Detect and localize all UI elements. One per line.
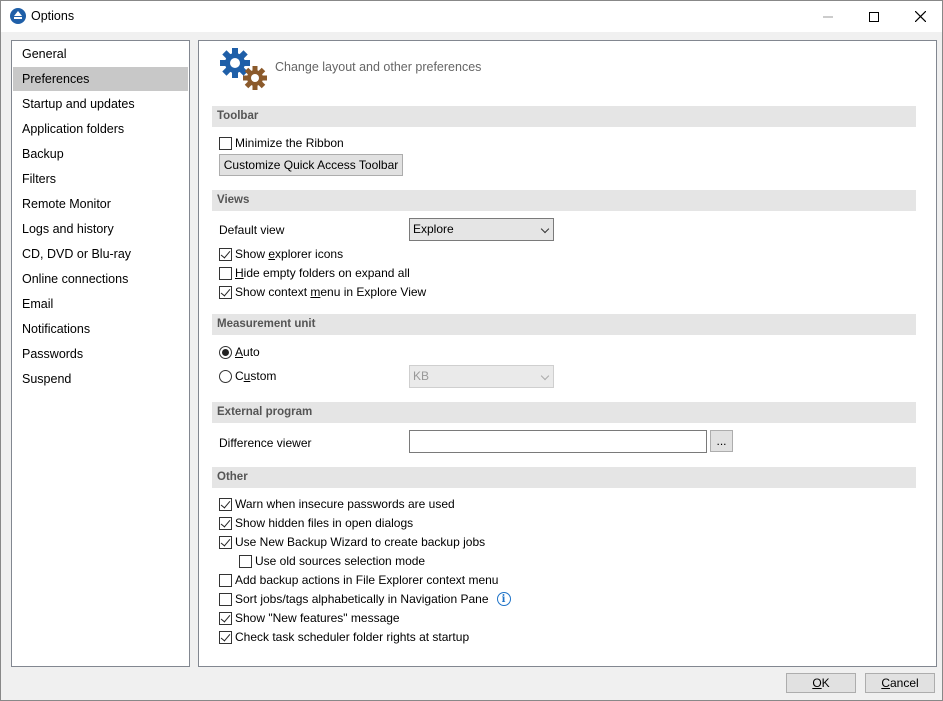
checkbox-label: Minimize the Ribbon <box>235 136 344 150</box>
sort-jobs-tags-checkbox[interactable]: Sort jobs/tags alphabetically in Navigat… <box>219 590 511 608</box>
chevron-down-icon <box>540 224 550 234</box>
checkbox-box[interactable] <box>219 285 232 299</box>
sidebar-item-startup-and-updates[interactable]: Startup and updates <box>13 92 188 116</box>
use-old-sources-selection-checkbox[interactable]: Use old sources selection mode <box>239 552 425 570</box>
sidebar-item-preferences[interactable]: Preferences <box>13 67 188 91</box>
sidebar-item-passwords[interactable]: Passwords <box>13 342 188 366</box>
show-new-features-checkbox[interactable]: Show "New features" message <box>219 609 400 627</box>
preferences-panel: Change layout and other preferences Tool… <box>198 40 937 667</box>
sidebar-item-general[interactable]: General <box>13 42 188 66</box>
checkbox-box[interactable] <box>219 611 232 625</box>
section-toolbar: Toolbar <box>212 106 916 127</box>
checkbox-label: Add backup actions in File Explorer cont… <box>235 573 499 587</box>
options-window: Options General Preferences Startup and … <box>0 0 943 701</box>
maximize-button[interactable] <box>851 1 897 32</box>
minimize-button[interactable] <box>805 1 851 32</box>
default-view-label: Default view <box>219 223 285 237</box>
sidebar-item-email[interactable]: Email <box>13 292 188 316</box>
add-backup-actions-checkbox[interactable]: Add backup actions in File Explorer cont… <box>219 571 498 589</box>
gears-icon <box>220 48 267 90</box>
checkbox-label: Show "New features" message <box>235 611 400 625</box>
sidebar-item-filters[interactable]: Filters <box>13 167 188 191</box>
minimize-icon <box>823 16 833 17</box>
cancel-button[interactable]: Cancel <box>865 673 935 693</box>
checkbox-box[interactable] <box>219 136 232 150</box>
checkbox-box[interactable] <box>219 247 232 261</box>
checkbox-box[interactable] <box>219 516 232 530</box>
use-new-backup-wizard-checkbox[interactable]: Use New Backup Wizard to create backup j… <box>219 533 485 551</box>
maximize-icon <box>869 11 879 22</box>
hide-empty-folders-checkbox[interactable]: Hide empty folders on expand all <box>219 264 410 282</box>
show-context-menu-checkbox[interactable]: Show context menu in Explore View <box>219 283 426 301</box>
section-external-program: External program <box>212 402 916 423</box>
checkbox-box[interactable] <box>239 554 252 568</box>
checkbox-label: Warn when insecure passwords are used <box>235 497 455 511</box>
show-explorer-icons-checkbox[interactable]: Show explorer icons <box>219 245 343 263</box>
checkbox-label: Hide empty folders on expand all <box>235 266 410 280</box>
close-button[interactable] <box>897 1 943 32</box>
browse-button[interactable]: ... <box>710 430 733 452</box>
checkbox-label: Use New Backup Wizard to create backup j… <box>235 535 486 549</box>
radio-button[interactable] <box>219 369 232 383</box>
checkbox-box[interactable] <box>219 630 232 644</box>
sidebar-item-backup[interactable]: Backup <box>13 142 188 166</box>
warn-insecure-passwords-checkbox[interactable]: Warn when insecure passwords are used <box>219 495 455 513</box>
info-icon[interactable]: i <box>496 592 511 606</box>
sidebar-item-cd-dvd-blu-ray[interactable]: CD, DVD or Blu-ray <box>13 242 188 266</box>
sidebar-item-logs-and-history[interactable]: Logs and history <box>13 217 188 241</box>
chevron-down-icon <box>540 371 550 381</box>
checkbox-label: Show context menu in Explore View <box>235 285 427 299</box>
window-title: Options <box>31 9 75 23</box>
title-bar[interactable]: Options <box>1 1 942 32</box>
custom-unit-dropdown[interactable]: KB <box>409 365 554 388</box>
radio-label: Auto <box>235 345 260 359</box>
section-other: Other <box>212 467 916 488</box>
checkbox-label: Sort jobs/tags alphabetically in Navigat… <box>235 592 489 606</box>
default-view-value: Explore <box>413 222 454 236</box>
sidebar-item-online-connections[interactable]: Online connections <box>13 267 188 291</box>
difference-viewer-input[interactable] <box>409 430 707 453</box>
check-task-scheduler-checkbox[interactable]: Check task scheduler folder rights at st… <box>219 628 469 646</box>
auto-radio[interactable]: Auto <box>219 343 260 361</box>
default-view-dropdown[interactable]: Explore <box>409 218 554 241</box>
app-icon <box>10 8 26 24</box>
radio-label: Custom <box>235 369 277 383</box>
checkbox-box[interactable] <box>219 266 232 280</box>
checkbox-label: Use old sources selection mode <box>255 554 426 568</box>
checkbox-box[interactable] <box>219 497 232 511</box>
sidebar-item-application-folders[interactable]: Application folders <box>13 117 188 141</box>
checkbox-box[interactable] <box>219 535 232 549</box>
section-measurement-unit: Measurement unit <box>212 314 916 335</box>
checkbox-box[interactable] <box>219 573 232 587</box>
checkbox-box[interactable] <box>219 592 232 606</box>
sidebar-item-remote-monitor[interactable]: Remote Monitor <box>13 192 188 216</box>
checkbox-label: Check task scheduler folder rights at st… <box>235 630 470 644</box>
radio-button[interactable] <box>219 345 232 359</box>
checkbox-label: Show hidden files in open dialogs <box>235 516 414 530</box>
show-hidden-files-checkbox[interactable]: Show hidden files in open dialogs <box>219 514 413 532</box>
difference-viewer-label: Difference viewer <box>219 436 312 450</box>
section-views: Views <box>212 190 916 211</box>
close-icon <box>914 11 926 22</box>
minimize-ribbon-checkbox[interactable]: Minimize the Ribbon <box>219 134 344 152</box>
ok-button[interactable]: OK <box>786 673 856 693</box>
sidebar: General Preferences Startup and updates … <box>11 40 190 667</box>
custom-unit-value: KB <box>413 369 430 383</box>
custom-radio[interactable]: Custom <box>219 367 276 385</box>
sidebar-item-notifications[interactable]: Notifications <box>13 317 188 341</box>
sidebar-item-suspend[interactable]: Suspend <box>13 367 188 391</box>
customize-quick-access-toolbar-button[interactable]: Customize Quick Access Toolbar <box>219 154 403 176</box>
page-subtitle: Change layout and other preferences <box>275 60 482 74</box>
checkbox-label: Show explorer icons <box>235 247 344 261</box>
